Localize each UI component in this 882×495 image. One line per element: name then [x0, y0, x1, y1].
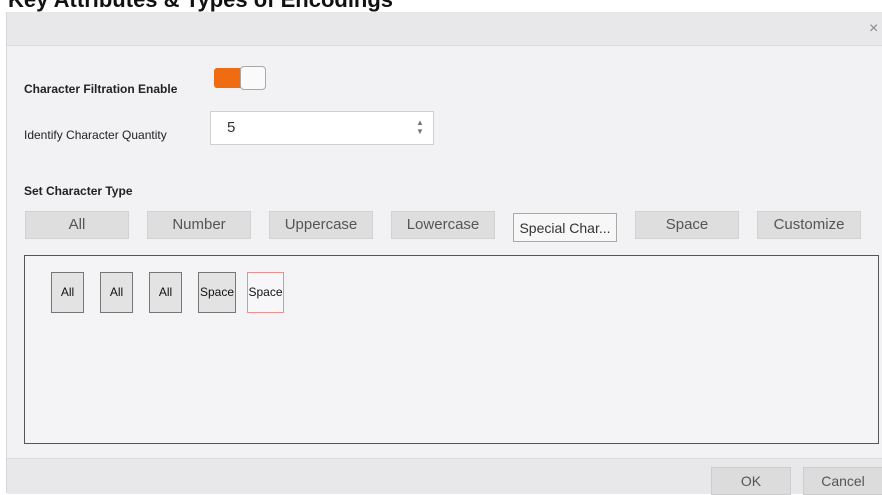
type-button-space[interactable]: Space	[635, 211, 739, 239]
toggle-knob[interactable]	[240, 66, 266, 90]
filtration-label: Character Filtration Enable	[24, 82, 178, 96]
type-button-special-char[interactable]: Special Char...	[513, 213, 617, 242]
sequence-chip[interactable]: Space	[198, 272, 236, 313]
cancel-button[interactable]: Cancel	[803, 467, 882, 495]
character-settings-dialog: × Character Filtration Enable Identify C…	[6, 12, 882, 495]
dialog-header: ×	[7, 12, 882, 46]
quantity-stepper[interactable]: 5 ▲ ▼	[210, 111, 434, 145]
sequence-chip[interactable]: All	[149, 272, 182, 313]
quantity-label: Identify Character Quantity	[24, 128, 167, 142]
type-button-lowercase[interactable]: Lowercase	[391, 211, 495, 239]
quantity-value[interactable]: 5	[227, 119, 235, 136]
page-heading: Key Attributes & Types of Encodings	[8, 0, 393, 12]
type-button-number[interactable]: Number	[147, 211, 251, 239]
character-sequence-box: All All All Space Space	[24, 255, 879, 444]
filtration-toggle[interactable]	[214, 66, 268, 90]
sequence-chip-active[interactable]: Space	[247, 272, 284, 313]
dialog-footer: OK Cancel	[7, 458, 882, 495]
page-heading-strip: Key Attributes & Types of Encodings	[0, 0, 882, 12]
type-button-customize[interactable]: Customize	[757, 211, 861, 239]
spinner-arrows-icon[interactable]: ▲ ▼	[415, 118, 425, 138]
sequence-chip[interactable]: All	[51, 272, 84, 313]
close-icon[interactable]: ×	[869, 19, 882, 39]
sequence-chip[interactable]: All	[100, 272, 133, 313]
ok-button[interactable]: OK	[711, 467, 791, 495]
char-type-heading: Set Character Type	[24, 184, 133, 198]
type-button-all[interactable]: All	[25, 211, 129, 239]
type-button-uppercase[interactable]: Uppercase	[269, 211, 373, 239]
